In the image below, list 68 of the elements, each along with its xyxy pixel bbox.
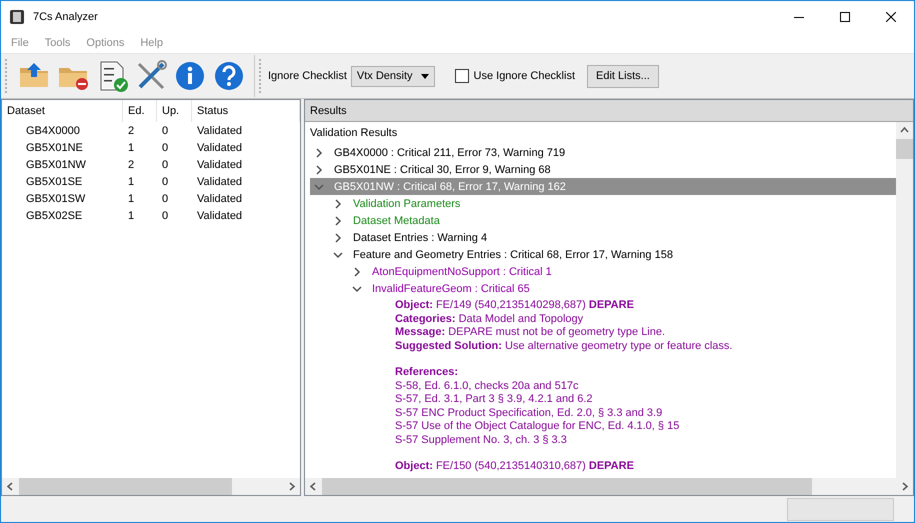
chevron-down-icon[interactable] [352, 284, 362, 294]
table-cell-text: 2 [127, 158, 136, 170]
table-cell-text: 0 [161, 124, 170, 136]
table-cell-text: 1 [127, 142, 136, 154]
chevron-right-icon[interactable] [352, 266, 362, 276]
table-cell-text: Validated [196, 124, 244, 136]
ignore-checklist-label: Ignore Checklist [268, 70, 347, 82]
table-cell-text: GB5X02SE [25, 210, 84, 222]
scrollbar-thumb[interactable] [19, 478, 232, 495]
table-cell-text: 1 [127, 192, 136, 204]
table-cell-text: 0 [161, 142, 170, 154]
tree-item[interactable]: Validation Parameters [351, 198, 462, 210]
table-cell-text: GB5X01NE [25, 142, 84, 154]
finding-line: Object: FE/150 (540,2135140310,687) DEPARE [395, 460, 635, 474]
column-header[interactable]: Dataset [2, 100, 123, 122]
vertical-scrollbar[interactable] [896, 122, 913, 478]
results-header: Results [310, 104, 347, 116]
results-heading: Validation Results [310, 126, 398, 141]
table-cell-text: 0 [161, 158, 170, 170]
table-cell-text: GB5X01SW [25, 192, 86, 204]
tree-item[interactable]: InvalidFeatureGeom : Critical 65 [370, 282, 532, 294]
reference-line: S-57 Supplement No. 3, ch. 3 § 3.3 [395, 434, 568, 447]
tree-item[interactable]: AtonEquipmentNoSupport : Critical 1 [370, 266, 554, 278]
scrollbar-thumb[interactable] [896, 139, 913, 159]
edit-lists-button[interactable]: Edit Lists... [587, 64, 659, 88]
reference-line: S-58, Ed. 6.1.0, checks 20a and 517c [395, 380, 580, 393]
column-header[interactable]: Status [192, 100, 300, 122]
column-header[interactable]: Up. [157, 100, 192, 122]
table-cell-text: Validated [196, 210, 244, 222]
table-cell-text: 0 [161, 192, 170, 204]
table-cell-text: 0 [161, 176, 170, 188]
table-cell-text: 0 [161, 210, 170, 222]
table-cell-text: GB5X01SE [25, 176, 84, 188]
table-cell-text: Validated [196, 192, 244, 204]
tree-item[interactable]: GB4X0000 : Critical 211, Error 73, Warning 719 [332, 146, 568, 158]
tree-item[interactable]: GB5X01NE : Critical 30, Error 9, Warning 68 [332, 164, 553, 176]
finding-line: Message: DEPARE must not be of geometry type Line. [395, 326, 666, 340]
window-title: 7Cs Analyzer [33, 10, 99, 22]
checklist-dropdown[interactable]: Vtx Density [350, 66, 435, 86]
table-cell-text: GB4X0000 [25, 124, 81, 136]
tree-item[interactable]: Dataset Entries : Warning 4 [351, 232, 490, 244]
reference-line: S-57 ENC Product Specification, Ed. 2.0, § 3.3 and 3.9 [395, 406, 664, 420]
references-heading: References: [395, 366, 459, 380]
dropdown-arrow-icon [420, 74, 429, 78]
horizontal-scrollbar[interactable] [305, 478, 913, 495]
table-cell-text: Validated [196, 158, 244, 170]
use-ignore-label: Use Ignore Checklist [474, 70, 576, 82]
table-cell-text: Validated [196, 176, 244, 188]
finding-line: Object: FE/149 (540,2135140298,687) DEPARE [395, 299, 635, 312]
finding-line: Categories: Data Model and Topology [395, 312, 584, 326]
close-icon [886, 12, 896, 22]
tree-item[interactable]: Feature and Geometry Entries : Critical 68, Error 17, Warning 158 [351, 248, 675, 260]
app-icon [9, 8, 25, 24]
table-cell-text: GB5X01NW [25, 158, 87, 170]
use-ignore-checkbox[interactable] [454, 69, 469, 83]
reference-line: S-57, Ed. 3.1, Part 3 § 3.9, 4.2.1 and 6.2 [395, 393, 594, 406]
table-cell-text: 1 [127, 176, 136, 188]
column-header[interactable]: Ed. [123, 100, 157, 122]
table-cell-text: 2 [127, 124, 136, 136]
horizontal-scrollbar[interactable] [2, 478, 300, 495]
reference-line: S-57 Use of the Object Catalogue for ENC, Ed. 4.1.0, § 15 [395, 420, 680, 434]
chevron-down-icon[interactable] [333, 250, 343, 260]
table-cell-text: 1 [127, 210, 136, 222]
finding-line: Suggested Solution: Use alternative geometry type or feature class. [395, 340, 734, 353]
table-cell-text: Validated [196, 142, 244, 154]
tree-item[interactable]: Dataset Metadata [351, 214, 442, 226]
scrollbar-thumb[interactable] [322, 478, 812, 495]
maximize-icon [840, 12, 850, 22]
